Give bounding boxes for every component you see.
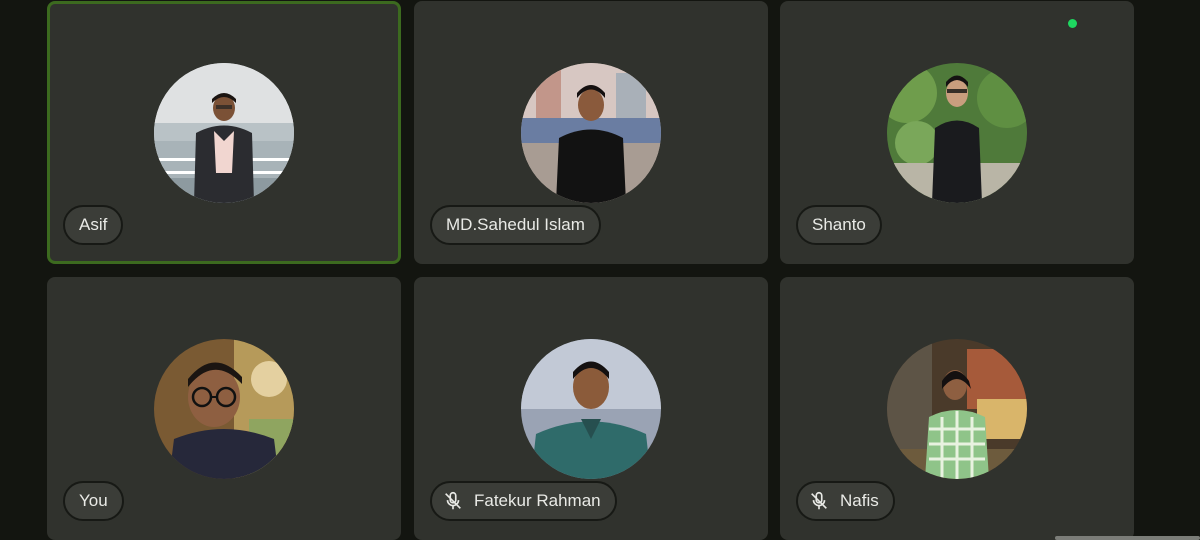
participant-name-pill: Shanto [796,205,882,245]
participant-tile-nafis[interactable]: Nafis [780,277,1134,540]
participant-name-pill: Nafis [796,481,895,521]
participant-name-pill: Fatekur Rahman [430,481,617,521]
avatar [154,339,294,479]
participant-name-pill: You [63,481,124,521]
mic-off-icon [806,488,832,514]
avatar [521,339,661,479]
participant-name: Fatekur Rahman [474,491,601,510]
meeting-grid: Asif MD.Sahedul Islam Shanto You Fatekur… [0,0,1200,540]
participant-tile-shanto[interactable]: Shanto [780,1,1134,264]
avatar [887,63,1027,203]
participant-name-pill: MD.Sahedul Islam [430,205,601,245]
scrollbar[interactable] [1055,536,1200,540]
mic-off-icon [440,488,466,514]
participant-tile-you[interactable]: You [47,277,401,540]
participant-tile-asif[interactable]: Asif [47,1,401,264]
participant-name: Shanto [812,215,866,234]
participant-name: Nafis [840,491,879,510]
avatar [521,63,661,203]
active-indicator-dot [1068,19,1077,28]
participant-name: Asif [79,215,108,234]
participant-tile-fatekur-rahman[interactable]: Fatekur Rahman [414,277,768,540]
participant-name: You [79,491,108,510]
participant-name-pill: Asif [63,205,124,245]
participant-name: MD.Sahedul Islam [446,215,585,234]
avatar [887,339,1027,479]
avatar [154,63,294,203]
participant-tile-md-sahedul-islam[interactable]: MD.Sahedul Islam [414,1,768,264]
